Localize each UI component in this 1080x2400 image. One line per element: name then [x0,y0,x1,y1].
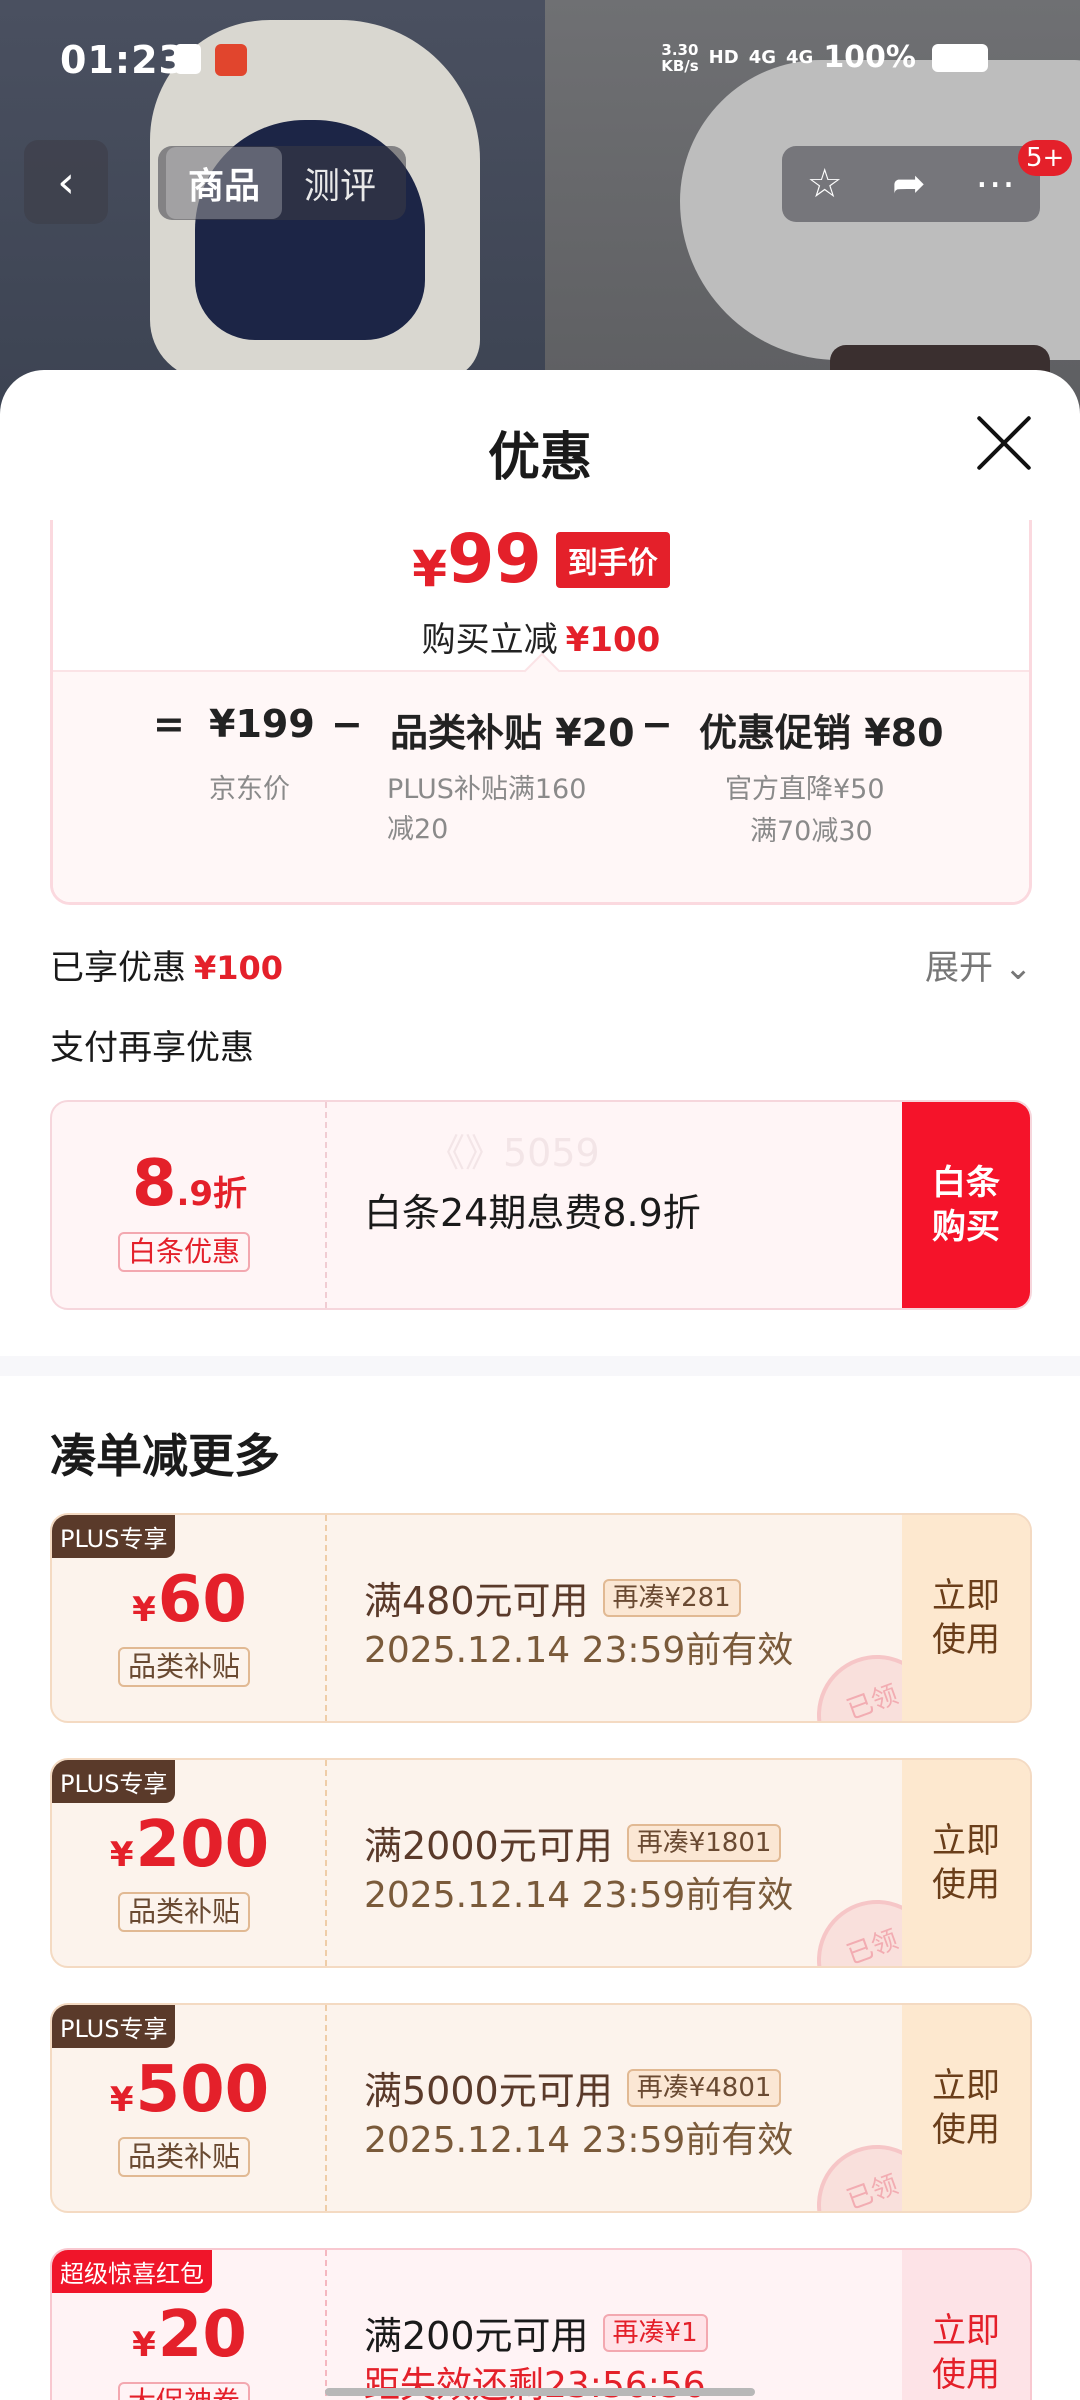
coupon-card: PLUS专享 ¥200 品类补贴 满2000元可用 再凑¥1801 2025.12… [50,1758,1032,1968]
minus-sign: − [641,702,673,746]
more-icon[interactable]: ⋯ [975,161,1015,207]
discount-sheet: 优惠 ¥ 99 到手价 购买立减 ¥100 = ¥199 − 品类补贴 ¥20 −… [0,370,1080,2400]
net-speed: 3.30 KB/s [661,40,699,75]
coupon-condition: 满200元可用 [364,2314,589,2358]
tab-product[interactable]: 商品 [166,147,283,219]
coupon-expiry: 2025.12.14 23:59前有效 [364,2120,794,2161]
battery-icon [932,43,988,72]
nav-actions: ☆ ➦ ⋯ [782,146,1040,222]
status-time: 01:23 [60,38,186,82]
coupon-tag: PLUS专享 [52,1515,176,1558]
tab-review[interactable]: 测评 [282,147,398,219]
baitiao-label: 白条优惠 [118,1232,251,1272]
coupon-tag: 超级惊喜红包 [52,2250,212,2293]
status-bar: 01:23 3.30 KB/s HD 4G 4G 100% [0,0,1080,120]
coupon-amount: ¥500 [109,2053,270,2127]
subsidy-note: 减20 [387,814,449,845]
product-page-background: 01:23 3.30 KB/s HD 4G 4G 100% ‹ 商品 测评 ☆ … [0,0,1080,420]
coupon-tag: PLUS专享 [52,2005,176,2048]
price-formula: = ¥199 − 品类补贴 ¥20 − 优惠促销 ¥80 京东价 PLUS补贴满… [53,652,1029,902]
product-tabs: 商品 测评 [158,146,407,220]
baitiao-buy-button[interactable]: 白条购买 [902,1102,1030,1308]
coupon-type: 品类补贴 [118,1647,251,1687]
use-coupon-button[interactable]: 立即使用 [902,2250,1030,2400]
base-price: ¥199 [209,702,315,746]
coupon-more-needed: 再凑¥281 [602,1578,741,1617]
coupon-more-needed: 再凑¥4801 [626,2068,782,2107]
subsidy-note: PLUS补贴满160 [387,774,587,805]
coupon-card: 超级惊喜红包 ¥20 大促神券 满200元可用再凑¥1 距失效还剩23:56:5… [50,2248,1032,2400]
enjoyed-value: ¥100 [194,949,284,987]
notification-icon [175,44,201,74]
coupon-card: PLUS专享 ¥60 品类补贴 满480元可用 再凑¥281 2025.12.14… [50,1513,1032,1723]
coupon-type: 品类补贴 [118,2137,251,2177]
back-button[interactable]: ‹ [24,140,108,224]
hd-icon: HD [708,47,739,68]
coupon-amount: ¥200 [109,1808,270,1882]
price-currency: ¥ [412,540,448,598]
promo-note: 满70减30 [750,816,873,847]
coupon-expiry: 2025.12.14 23:59前有效 [364,1875,794,1916]
use-coupon-button[interactable]: 立即使用 [902,2005,1030,2211]
expand-button[interactable]: 展开 ⌄ [925,940,1032,989]
coupon-tag: PLUS专享 [52,1760,176,1803]
promo-note: 官方直降¥50 [725,774,885,805]
pay-discount-title: 支付再享优惠 [50,1028,254,1068]
use-coupon-button[interactable]: 立即使用 [902,1515,1030,1721]
enjoyed-discount: 已享优惠 ¥100 [50,948,284,988]
equals-sign: = [153,702,185,746]
minus-sign: − [331,702,363,746]
category-subsidy: 品类补贴 ¥20 [390,711,635,755]
buy-reduce-value: ¥100 [565,620,661,660]
app-notification-icon [215,44,247,76]
section-title: 凑单减更多 [50,1429,280,1483]
signal-icon: 4G [786,47,814,68]
coupon-condition: 满5000元可用 [364,2069,613,2113]
coupon-amount: ¥60 [132,1563,247,1637]
coupon-amount: ¥20 [132,2298,247,2372]
baitiao-card: 8.9折 白条优惠 《》5059 白条24期息费8.9折 白条购买 [50,1100,1032,1310]
baitiao-rate: 8.9折 [131,1147,248,1221]
coupon-more-needed: 再凑¥1 [602,2313,708,2352]
home-indicator[interactable] [325,2388,755,2396]
coupon-type: 大促神券 [118,2382,251,2400]
final-price: 99 [447,520,542,599]
product-navbar: ‹ 商品 测评 ☆ ➦ ⋯ 5+ [0,140,1080,224]
coupon-type: 品类补贴 [118,1892,251,1932]
watermark: 《》5059 [427,1131,600,1175]
star-icon[interactable]: ☆ [807,161,843,207]
base-price-label: 京东价 [209,774,290,805]
coupon-condition: 满480元可用 [364,1579,589,1623]
sheet-title: 优惠 [487,428,592,488]
signal-icon: 4G [748,47,776,68]
final-price-tag: 到手价 [555,532,670,588]
use-coupon-button[interactable]: 立即使用 [902,1760,1030,1966]
close-icon[interactable] [975,414,1033,472]
coupon-expiry: 2025.12.14 23:59前有效 [364,1630,794,1671]
coupon-condition: 满2000元可用 [364,1824,613,1868]
chevron-down-icon: ⌄ [1003,948,1033,988]
price-breakdown-card: ¥ 99 到手价 购买立减 ¥100 = ¥199 − 品类补贴 ¥20 − 优惠… [50,520,1032,905]
message-badge: 5+ [1018,140,1073,176]
baitiao-description: 白条24期息费8.9折 [364,1191,701,1235]
share-icon[interactable]: ➦ [892,161,926,207]
coupon-more-needed: 再凑¥1801 [626,1823,782,1862]
coupon-card: PLUS专享 ¥500 品类补贴 满5000元可用 再凑¥4801 2025.12… [50,2003,1032,2213]
chevron-left-icon: ‹ [57,156,75,208]
promo-discount: 优惠促销 ¥80 [699,711,944,755]
battery-percent: 100% [823,40,916,75]
section-divider [0,1356,1080,1376]
